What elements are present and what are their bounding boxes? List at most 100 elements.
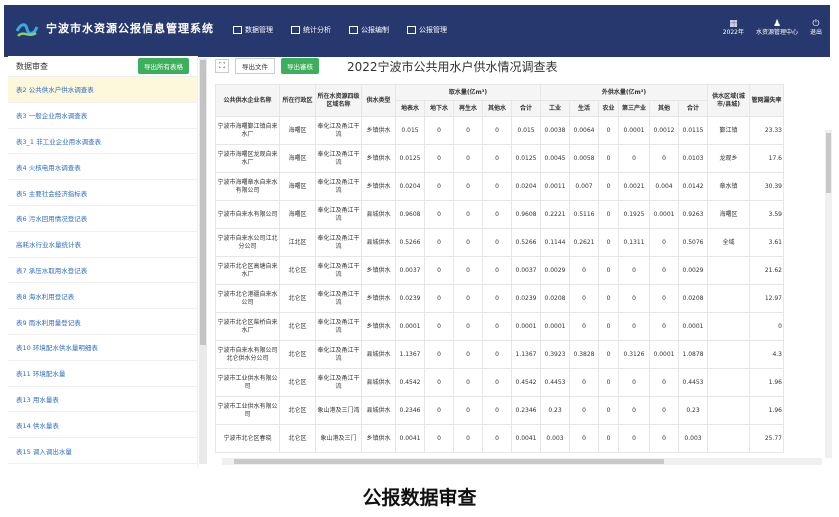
table-cell: 0	[482, 256, 512, 285]
table-vertical-scrollbar[interactable]	[825, 130, 832, 458]
header-outside-sub: 工业	[540, 100, 570, 117]
nav-label: 数据管理	[245, 26, 273, 34]
sidebar-item[interactable]: 高耗水行业水量统计表	[8, 232, 197, 258]
table-cell: 0	[424, 256, 454, 285]
table-cell: 奉化江及甬江干流	[315, 256, 362, 285]
table-cell: 象山港及三门湾	[315, 396, 362, 425]
table-cell: 0	[569, 312, 599, 341]
table-cell: 0.0001	[649, 200, 679, 229]
table-cell: 0	[569, 396, 599, 425]
table-cell: 0	[569, 284, 599, 313]
sidebar-item[interactable]: 表11 环境配水量	[8, 361, 197, 387]
sidebar-item[interactable]: 表7 承压水取用水登记表	[8, 258, 197, 284]
table-cell: 0.0125	[395, 144, 425, 173]
export-all-button[interactable]: 导出所有表格	[138, 58, 189, 74]
table-cell: 0	[749, 312, 784, 341]
sidebar-item[interactable]: 表13 用水量表	[8, 387, 197, 413]
table-cell: 0	[649, 424, 679, 453]
table-cell: 北仑区	[279, 340, 316, 369]
table-cell: 0.0103	[678, 144, 708, 173]
table-row[interactable]: 宁波市北仑区春晓 北仑区 象山港及三门 乡镇供水 0.0041 0 0 0 0.0041 0.00…	[215, 424, 784, 453]
logout-button[interactable]: ⏻ 退出	[810, 19, 822, 37]
header-intake-sub: 合计	[511, 100, 541, 117]
table-cell: 乡镇供水	[361, 284, 396, 313]
table-cell: 0	[649, 144, 679, 173]
table-cell	[707, 396, 750, 425]
header-outside-sub: 生活	[569, 100, 599, 117]
table-cell: 0.2221	[540, 200, 570, 229]
nav-statistics[interactable]: 统计分析	[291, 25, 331, 35]
nav-bulletin-manage[interactable]: 公报管理	[407, 25, 447, 35]
table-cell: 0.4542	[395, 368, 425, 397]
nav-bulletin-edit[interactable]: 公报编制	[349, 25, 389, 35]
header-outside-sub: 农业	[598, 100, 619, 117]
header-area: 供水区域(城市/县城)	[707, 84, 750, 117]
top-tools: ▦ 2022年 ♟ 水资源管理中心 ⏻ 退出	[723, 19, 822, 37]
sidebar-item[interactable]: 表10 环境配水供水量明细表	[8, 335, 197, 361]
table-row[interactable]: 宁波市自来水有限公司 海曙区 奉化江及甬江干流 县城供水 0.9608 0 0 0 0.9608…	[215, 200, 784, 229]
table-row[interactable]: 宁波市工业供水有限公司 北仑区 奉化江及甬江干流 县城供水 0.4542 0 0 0 0.454…	[215, 368, 784, 397]
table-cell: 0.4453	[540, 368, 570, 397]
sidebar-item[interactable]: 表8 海水利用登记表	[8, 283, 197, 310]
table-cell: 0	[618, 396, 650, 425]
table-row[interactable]: 宁波市自来水有限公司北仑供水分公司 北仑区 奉化江及甬江干流 县城供水 1.1367 0 0…	[215, 340, 784, 369]
scrollbar-thumb[interactable]	[200, 60, 206, 345]
header-outside-sub: 其他	[649, 100, 679, 117]
sidebar-item[interactable]: 表14 供水量表	[8, 412, 197, 439]
table-cell: 0.0001	[678, 312, 708, 341]
table-horizontal-scrollbar[interactable]	[222, 458, 822, 465]
sidebar-item[interactable]: 表3_1 非工业企业用水调查表	[8, 129, 197, 155]
sidebar-item[interactable]: 表5 主要社会经济指标表	[8, 180, 197, 206]
sidebar-item[interactable]: 表2 公共供水户供水调查表	[8, 77, 197, 103]
sidebar-item[interactable]: 表6 污水回用情况登记表	[8, 206, 197, 232]
table-cell: 0.9608	[511, 200, 541, 229]
table-cell: 0	[424, 200, 454, 229]
table-cell: 乡镇供水	[361, 172, 396, 201]
table-cell: 0.0142	[678, 172, 708, 201]
table-cell: 0.007	[569, 172, 599, 201]
table-cell: 0.0029	[678, 256, 708, 285]
table-cell: 县城供水	[361, 396, 396, 425]
sidebar-item[interactable]: 表4 火核电用水调查表	[8, 154, 197, 181]
header-intake-sub: 再生水	[453, 100, 483, 117]
table-cell: 0	[649, 284, 679, 313]
table-cell: 鄞江镇	[707, 116, 750, 145]
table-cell: 0	[482, 396, 512, 425]
table-row[interactable]: 宁波市海曙章水自来水有限公司 海曙区 奉化江及甬江干流 乡镇供水 0.0204 0 0 0 0.…	[215, 172, 784, 201]
grid-icon[interactable]: ⛶	[215, 59, 229, 73]
table-row[interactable]: 宁波市北仑港疆自来水公司 北仑区 奉化江及甬江干流 乡镇供水 0.0239 0 0 0 0.02…	[215, 284, 784, 313]
sidebar-item[interactable]: 表15 调入调出水量	[8, 438, 197, 464]
table-cell: 0	[598, 172, 619, 201]
table-cell: 0	[424, 368, 454, 397]
table-row[interactable]: 宁波市北仑区柴桥自来水厂 北仑区 奉化江及甬江干流 乡镇供水 0.0001 0 0 0 0.00…	[215, 312, 784, 341]
table-row[interactable]: 宁波市海曙鄞江镇自来水厂 海曙区 奉化江及甬江干流 乡镇供水 0.015 0 0 0 0.015…	[215, 116, 784, 145]
table-row[interactable]: 宁波市北仑区高塘自来水厂 北仑区 奉化江及甬江干流 乡镇供水 0.0037 0 0 0 0.00…	[215, 256, 784, 285]
sidebar-header: 数据审查 导出所有表格	[8, 56, 197, 77]
export-audit-button[interactable]: 导出審核	[281, 58, 319, 74]
scrollbar-thumb[interactable]	[826, 133, 831, 193]
sidebar-scrollbar[interactable]	[199, 58, 207, 464]
table-icon	[233, 26, 242, 34]
table-cell: 0.0204	[395, 172, 425, 201]
table-cell: 0	[649, 228, 679, 257]
sidebar-item[interactable]: 表3 一般企业用水调查表	[8, 103, 197, 129]
table-cell: 北仑区	[279, 368, 316, 397]
table-cell: 3.59	[749, 200, 784, 229]
table-row[interactable]: 宁波市海曙区龙观自来水厂 海曙区 奉化江及甬江干流 乡镇供水 0.0125 0 0 0 0.01…	[215, 144, 784, 173]
table-cell: 0.015	[511, 116, 541, 145]
table-cell: 0	[482, 144, 512, 173]
user-menu[interactable]: ♟ 水资源管理中心	[756, 19, 798, 37]
export-file-button[interactable]: 导出文件	[235, 58, 275, 74]
table-row[interactable]: 宁波市工业供水有限公司 北仑区 象山港及三门湾 县城供水 0.2346 0 0 0 0.2346…	[215, 396, 784, 425]
sidebar: 数据审查 导出所有表格 表2 公共供水户供水调查表 表3 一般企业用水调查表 表3_…	[8, 56, 198, 467]
table-cell: 0.0001	[395, 312, 425, 341]
nav-data-management[interactable]: 数据管理	[233, 25, 273, 35]
table-row[interactable]: 宁波市自来水公司江北分公司 江北区 奉化江及甬江干流 县城供水 0.5266 0 0 0 0.5…	[215, 228, 784, 257]
scrollbar-thumb[interactable]	[234, 459, 664, 464]
table-cell: 乡镇供水	[361, 144, 396, 173]
sidebar-item[interactable]: 表9 雨水利用量登记表	[8, 309, 197, 335]
year-selector[interactable]: ▦ 2022年	[723, 19, 744, 37]
table-cell: 0	[453, 144, 483, 173]
table-cell: 0.3828	[569, 340, 599, 369]
table-cell: 0	[453, 228, 483, 257]
